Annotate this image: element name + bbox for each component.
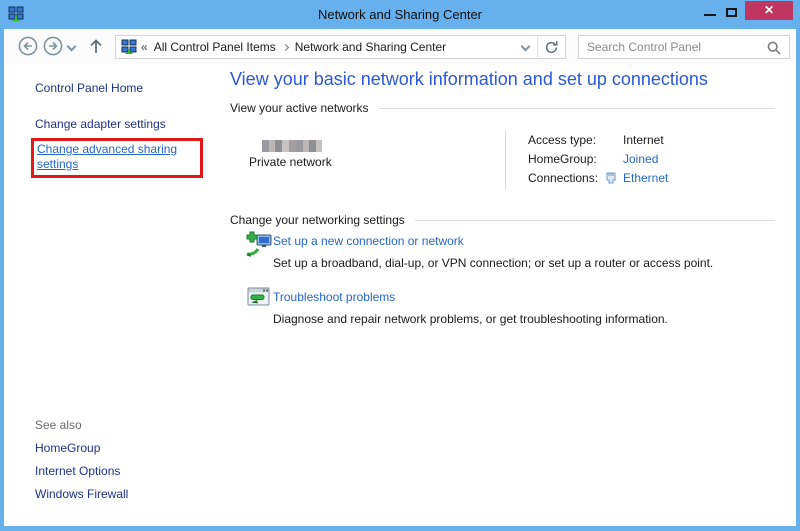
ethernet-connection-link[interactable]: Ethernet	[623, 171, 668, 185]
troubleshoot-problems-description: Diagnose and repair network problems, or…	[273, 312, 668, 326]
see-also-label: See also	[35, 418, 82, 432]
detail-row-connections: Connections: Ethernet	[528, 168, 668, 187]
network-details: Access type: Internet HomeGroup: Joined …	[505, 130, 668, 190]
detail-label: HomeGroup:	[528, 152, 623, 166]
search-input[interactable]	[587, 40, 763, 54]
back-arrow-icon[interactable]	[18, 36, 38, 61]
breadcrumb-item-all-control-panel-items[interactable]: All Control Panel Items	[150, 40, 280, 54]
connection-value: Ethernet	[623, 171, 668, 185]
refresh-icon[interactable]	[537, 36, 565, 58]
section-label: View your active networks	[230, 101, 369, 115]
detail-row-homegroup: HomeGroup: Joined	[528, 149, 668, 168]
search-icon[interactable]	[766, 40, 782, 61]
ethernet-icon	[605, 172, 617, 189]
troubleshoot-problems-link[interactable]: Troubleshoot problems	[273, 290, 395, 304]
detail-row-access-type: Access type: Internet	[528, 130, 668, 149]
new-connection-icon	[246, 231, 273, 261]
search-box[interactable]	[578, 35, 790, 59]
sidebar-item-control-panel-home[interactable]: Control Panel Home	[35, 81, 143, 95]
setup-new-connection-description: Set up a broadband, dial-up, or VPN conn…	[273, 256, 713, 270]
recent-pages-chevron-icon[interactable]	[67, 42, 77, 52]
active-networks-section-header: View your active networks	[230, 101, 775, 115]
close-button[interactable]: ✕	[745, 1, 793, 20]
sidebar-item-change-adapter-settings[interactable]: Change adapter settings	[35, 117, 166, 131]
page-title: View your basic network information and …	[230, 69, 708, 90]
sidebar-item-homegroup[interactable]: HomeGroup	[35, 441, 100, 455]
homegroup-joined-link[interactable]: Joined	[623, 152, 658, 166]
access-type-value: Internet	[623, 133, 664, 147]
section-divider	[379, 108, 775, 109]
address-bar[interactable]: « All Control Panel Items Network and Sh…	[115, 35, 566, 59]
section-label: Change your networking settings	[230, 213, 405, 227]
task-pane-sidebar: Control Panel Home Change adapter settin…	[4, 64, 230, 526]
main-pane: View your basic network information and …	[230, 64, 796, 526]
section-divider	[415, 220, 775, 221]
sidebar-item-internet-options[interactable]: Internet Options	[35, 464, 120, 478]
title-bar: Network and Sharing Center ✕	[0, 0, 800, 29]
breadcrumb-item-network-and-sharing-center[interactable]: Network and Sharing Center	[291, 40, 450, 54]
sidebar-item-change-advanced-sharing-settings[interactable]: Change advanced sharing settings	[37, 142, 197, 172]
breadcrumb-separator-icon[interactable]	[282, 43, 289, 50]
setup-new-connection-link[interactable]: Set up a new connection or network	[273, 234, 464, 248]
network-name-redacted	[262, 140, 322, 152]
networking-settings-section-header: Change your networking settings	[230, 213, 775, 227]
breadcrumb-overflow-chevron[interactable]: «	[137, 40, 150, 54]
maximize-button[interactable]	[726, 8, 737, 17]
network-type-label: Private network	[249, 155, 332, 169]
address-dropdown-chevron-icon[interactable]	[515, 36, 537, 58]
content-area: Control Panel Home Change adapter settin…	[4, 64, 796, 526]
network-icon	[121, 39, 137, 55]
troubleshoot-icon	[247, 286, 270, 312]
minimize-button[interactable]	[704, 14, 716, 16]
network-sharing-center-window: Network and Sharing Center ✕	[0, 0, 800, 531]
sidebar-item-windows-firewall[interactable]: Windows Firewall	[35, 487, 128, 501]
navigation-bar: « All Control Panel Items Network and Sh…	[4, 29, 796, 64]
detail-label: Access type:	[528, 133, 623, 147]
window-title: Network and Sharing Center	[0, 7, 800, 22]
forward-arrow-icon[interactable]	[43, 36, 63, 61]
up-arrow-icon[interactable]	[87, 37, 105, 60]
